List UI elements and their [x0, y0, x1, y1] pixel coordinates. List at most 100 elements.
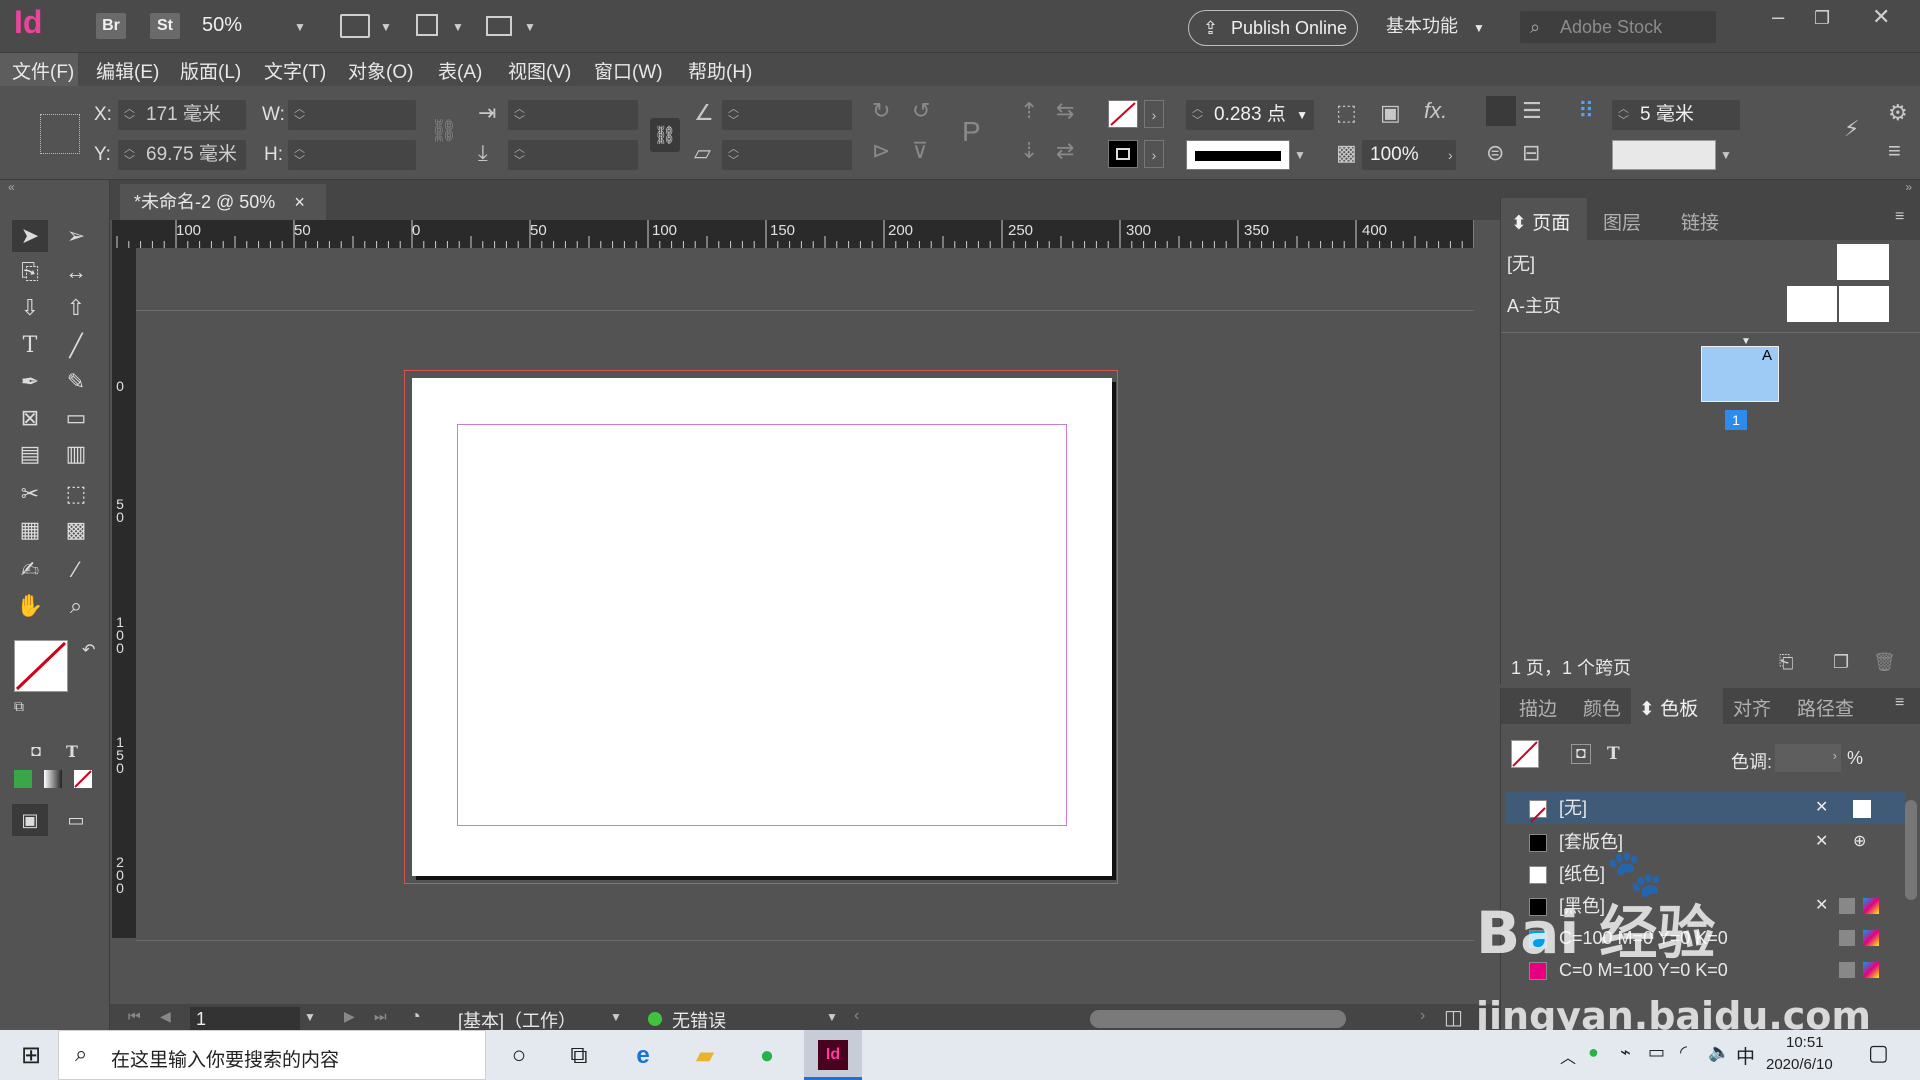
rotate-cw-icon[interactable]: ↻: [872, 98, 890, 124]
zoom-level[interactable]: 50%: [202, 14, 262, 37]
show-hidden-icons-chevron-icon[interactable]: ︿: [1560, 1044, 1576, 1068]
vertical-grid-tool-icon[interactable]: ▥: [58, 438, 94, 470]
swatch-text-icon[interactable]: T: [1607, 744, 1620, 764]
normal-view-mode-icon[interactable]: ▣: [12, 804, 48, 836]
master-a[interactable]: A-主页: [1507, 292, 1561, 318]
publish-online-button[interactable]: ⇪ Publish Online: [1188, 10, 1358, 46]
master-none-thumbnail[interactable]: [1837, 244, 1889, 280]
notification-center-icon[interactable]: ▢: [1868, 1040, 1889, 1066]
close-icon[interactable]: ✕: [1872, 4, 1890, 30]
link-scale-icon[interactable]: ⛓: [650, 118, 680, 152]
file-explorer-icon[interactable]: ▰: [680, 1038, 730, 1074]
indesign-taskbar-item[interactable]: Id: [804, 1030, 862, 1080]
width-field[interactable]: ︿ ﹀: [288, 100, 416, 130]
close-tab-icon[interactable]: ×: [294, 192, 305, 212]
effects-fx-icon[interactable]: fx.: [1424, 98, 1447, 124]
gradient-feather-tool-icon[interactable]: ▩: [58, 514, 94, 546]
wifi-icon[interactable]: ◜: [1680, 1042, 1687, 1063]
cortana-icon[interactable]: ○: [494, 1038, 544, 1074]
text-wrap-jump-icon[interactable]: ⊟: [1522, 140, 1540, 166]
line-tool-icon[interactable]: ╱: [58, 330, 94, 362]
formatting-container-icon[interactable]: ◘: [18, 736, 54, 768]
opacity-field[interactable]: 100%: [1362, 140, 1456, 170]
spacing-stepper-icon[interactable]: ︿ ﹀: [1618, 103, 1629, 127]
wechat-tray-icon[interactable]: ●: [1588, 1042, 1599, 1063]
selection-tool-icon[interactable]: ➤: [12, 220, 48, 252]
fill-menu-chevron-icon[interactable]: ›: [1144, 100, 1164, 128]
menu-object[interactable]: 对象(O): [348, 57, 413, 84]
select-container-icon[interactable]: ⇡: [1020, 98, 1038, 124]
menu-type[interactable]: 文字(T): [264, 57, 326, 84]
profile-chevron-down-icon[interactable]: ▼: [610, 1010, 622, 1024]
flip-horizontal-icon[interactable]: ⊳: [872, 138, 890, 164]
h-stepper-icon[interactable]: ︿ ﹀: [294, 143, 305, 167]
x-stepper-icon[interactable]: ︿ ﹀: [124, 103, 135, 127]
tab-align[interactable]: 对齐: [1733, 694, 1771, 721]
gap-tool-icon[interactable]: ↔: [58, 256, 94, 288]
view-chevron-down-icon[interactable]: ▼: [380, 20, 392, 34]
tint-field[interactable]: ›: [1775, 744, 1841, 772]
content-placer-tool-icon[interactable]: ⇧: [58, 292, 94, 324]
auto-fit-grid-icon[interactable]: ⠿: [1578, 98, 1594, 124]
hand-tool-icon[interactable]: ✋: [12, 590, 48, 622]
tab-links[interactable]: 链接: [1681, 208, 1719, 235]
spacing-field[interactable]: ︿ ﹀ 5 毫米: [1612, 100, 1740, 130]
swatch-row[interactable]: [无] ✕: [1505, 792, 1905, 824]
y-position-field[interactable]: ︿ ﹀ 69.75 毫米: [118, 140, 246, 170]
preflight-chevron-down-icon[interactable]: ▼: [826, 1010, 838, 1024]
open-page-icon[interactable]: ◔: [410, 1006, 421, 1027]
document-page[interactable]: [412, 378, 1112, 876]
tab-layers[interactable]: 图层: [1603, 208, 1641, 235]
horizontal-grid-tool-icon[interactable]: ▤: [12, 438, 48, 470]
fill-none-swatch[interactable]: [1108, 100, 1138, 128]
stroke-type-chevron-down-icon[interactable]: ▼: [1294, 142, 1306, 168]
swap-fill-stroke-icon[interactable]: ↶: [82, 640, 95, 660]
swatches-panel-menu-icon[interactable]: ≡: [1895, 694, 1904, 712]
swatch-container-icon[interactable]: ◘: [1571, 744, 1591, 764]
object-style-field[interactable]: [1612, 140, 1716, 170]
screen-mode-chevron-down-icon[interactable]: ▼: [452, 20, 464, 34]
y-stepper-icon[interactable]: ︿ ﹀: [124, 143, 135, 167]
pencil-tool-icon[interactable]: ✎: [58, 366, 94, 398]
apply-color-icon[interactable]: [14, 770, 32, 788]
task-view-icon[interactable]: ⧉: [554, 1038, 604, 1074]
frame-fitting-icon[interactable]: ⬚: [1336, 100, 1357, 126]
scroll-right-icon[interactable]: ›: [1420, 1007, 1425, 1025]
control-settings-gear-icon[interactable]: ⚙: [1888, 100, 1908, 126]
select-content-icon[interactable]: ⇣: [1020, 138, 1038, 164]
text-wrap-shape-icon[interactable]: ⊜: [1486, 140, 1504, 166]
content-collector-tool-icon[interactable]: ⇩: [12, 292, 48, 324]
workspace-switcher[interactable]: 基本功能 ▼: [1386, 12, 1485, 38]
fill-none-icon[interactable]: [14, 640, 68, 692]
usb-tray-icon[interactable]: ⌁: [1620, 1042, 1631, 1063]
bridge-button[interactable]: Br: [96, 13, 126, 39]
menu-window[interactable]: 窗口(W): [594, 57, 663, 84]
menu-help[interactable]: 帮助(H): [688, 57, 752, 84]
vertical-ruler[interactable]: 0 5 0 1 0 0 1 5 0 2 0 0: [112, 248, 136, 938]
scroll-left-icon[interactable]: ‹: [854, 1007, 859, 1025]
control-menu-icon[interactable]: ≡: [1888, 138, 1901, 164]
select-previous-icon[interactable]: ⇆: [1056, 98, 1074, 124]
text-wrap-bbox-icon[interactable]: ☰: [1522, 98, 1542, 124]
page-number-chevron-down-icon[interactable]: ▼: [304, 1010, 316, 1024]
page-tool-icon[interactable]: ⎘: [12, 256, 48, 288]
zoom-tool-icon[interactable]: ⌕: [58, 590, 94, 622]
master-a-right-thumbnail[interactable]: [1839, 286, 1889, 322]
arrange-documents-icon[interactable]: [486, 16, 512, 36]
reference-point-icon[interactable]: [40, 114, 80, 154]
rotation-stepper-icon[interactable]: ︿ ﹀: [728, 103, 739, 127]
split-window-icon[interactable]: ◫: [1444, 1005, 1463, 1030]
formatting-text-icon[interactable]: T: [54, 736, 90, 768]
page-number-field[interactable]: 1: [190, 1007, 300, 1031]
gradient-swatch-tool-icon[interactable]: ▦: [12, 514, 48, 546]
document-canvas[interactable]: [136, 248, 1474, 941]
menu-edit[interactable]: 编辑(E): [96, 57, 159, 84]
swatch-fill-none-icon[interactable]: [1511, 740, 1539, 768]
direct-selection-tool-icon[interactable]: ➢: [58, 220, 94, 252]
stroke-weight-field[interactable]: ︿ ﹀ 0.283 点 ▼: [1186, 100, 1314, 130]
tab-pages[interactable]: ⬍ 页面: [1511, 208, 1570, 235]
tab-stroke[interactable]: 描边: [1519, 694, 1557, 721]
constrain-proportions-icon[interactable]: ⛓: [430, 118, 458, 144]
master-none[interactable]: [无]: [1507, 250, 1535, 276]
scale-y-field[interactable]: ︿ ﹀: [508, 140, 638, 170]
